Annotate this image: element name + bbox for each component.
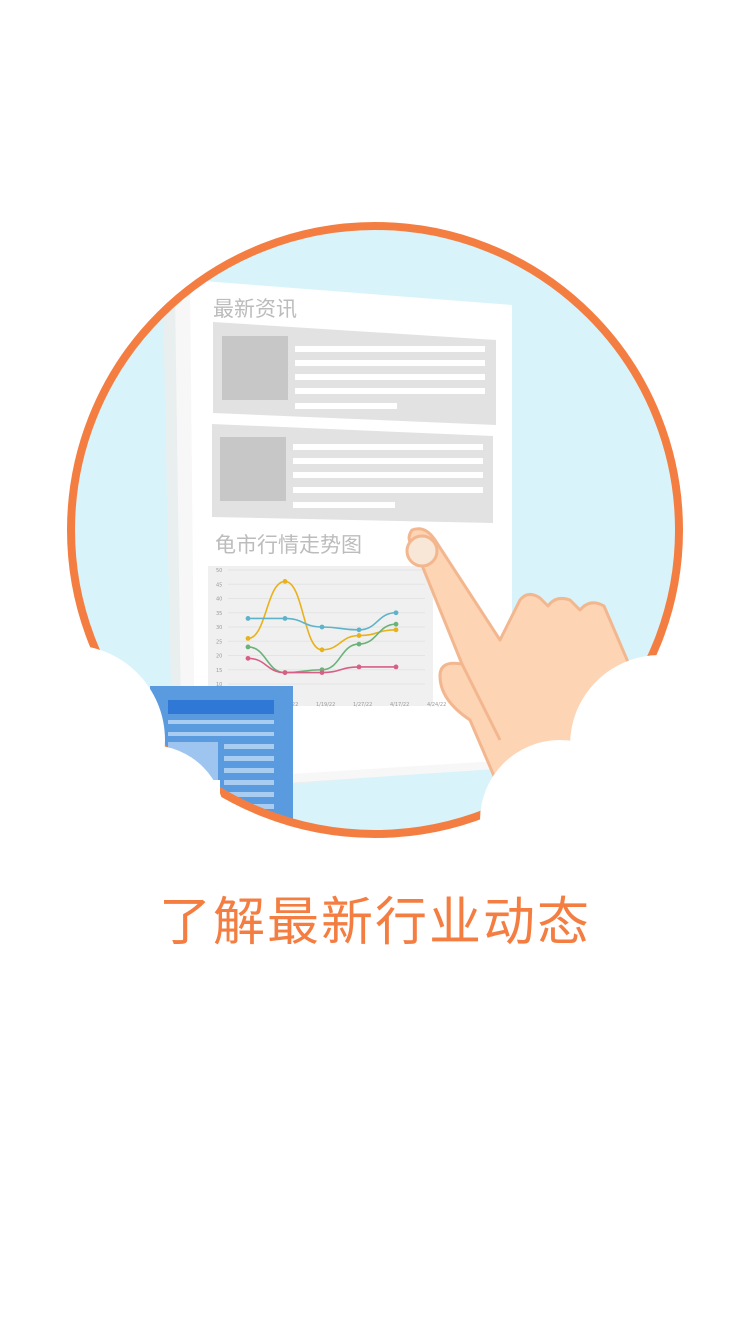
chart-x-tick-label: 1/27/22 — [353, 702, 372, 708]
chart-point — [393, 627, 399, 633]
chart-point — [282, 670, 288, 675]
chart-point — [393, 664, 399, 670]
chart-point — [356, 627, 362, 633]
chart-y-tick-label: 40 — [216, 597, 222, 603]
chart-point — [245, 636, 251, 641]
thumbnail-placeholder — [222, 336, 288, 400]
chart-y-tick-label: 20 — [216, 654, 222, 660]
chart-y-tick-label: 15 — [216, 668, 222, 674]
chart-y-tick-label: 45 — [216, 582, 222, 588]
chart-point — [356, 641, 362, 647]
chart-x-tick-label: 1/19/22 — [316, 702, 335, 708]
chart-point — [356, 633, 362, 638]
market-heading: 龟市行情走势图 — [215, 533, 362, 557]
thumbnail-placeholder — [220, 437, 286, 501]
chart-point — [393, 621, 399, 627]
chart-panel — [208, 566, 433, 706]
news-card — [212, 424, 493, 523]
chart-y-tick-label: 50 — [216, 568, 222, 574]
onboarding-illustration: 最新资讯 龟市行情走势图 5045403530252015101/5/221/1… — [0, 222, 750, 920]
chart-x-tick-label: 4/24/22 — [427, 702, 446, 708]
chart-point — [393, 610, 399, 616]
onboarding-tagline: 了解最新行业动态 — [158, 893, 591, 953]
chart-point — [319, 647, 325, 653]
chart-y-tick-label: 35 — [216, 611, 222, 617]
chart-point — [319, 670, 325, 675]
news-card — [213, 322, 496, 425]
chart-x-tick-label: 4/17/22 — [390, 702, 409, 708]
chart-y-tick-label: 25 — [216, 639, 222, 645]
chart-y-tick-label: 30 — [216, 625, 222, 631]
news-heading: 最新资讯 — [213, 297, 297, 321]
chart-point — [245, 616, 251, 621]
chart-point — [282, 579, 288, 584]
chart-point — [356, 664, 362, 670]
chart-point — [245, 655, 251, 661]
chart-point — [245, 644, 251, 650]
chart-point — [319, 624, 325, 630]
chart-point — [282, 616, 288, 621]
